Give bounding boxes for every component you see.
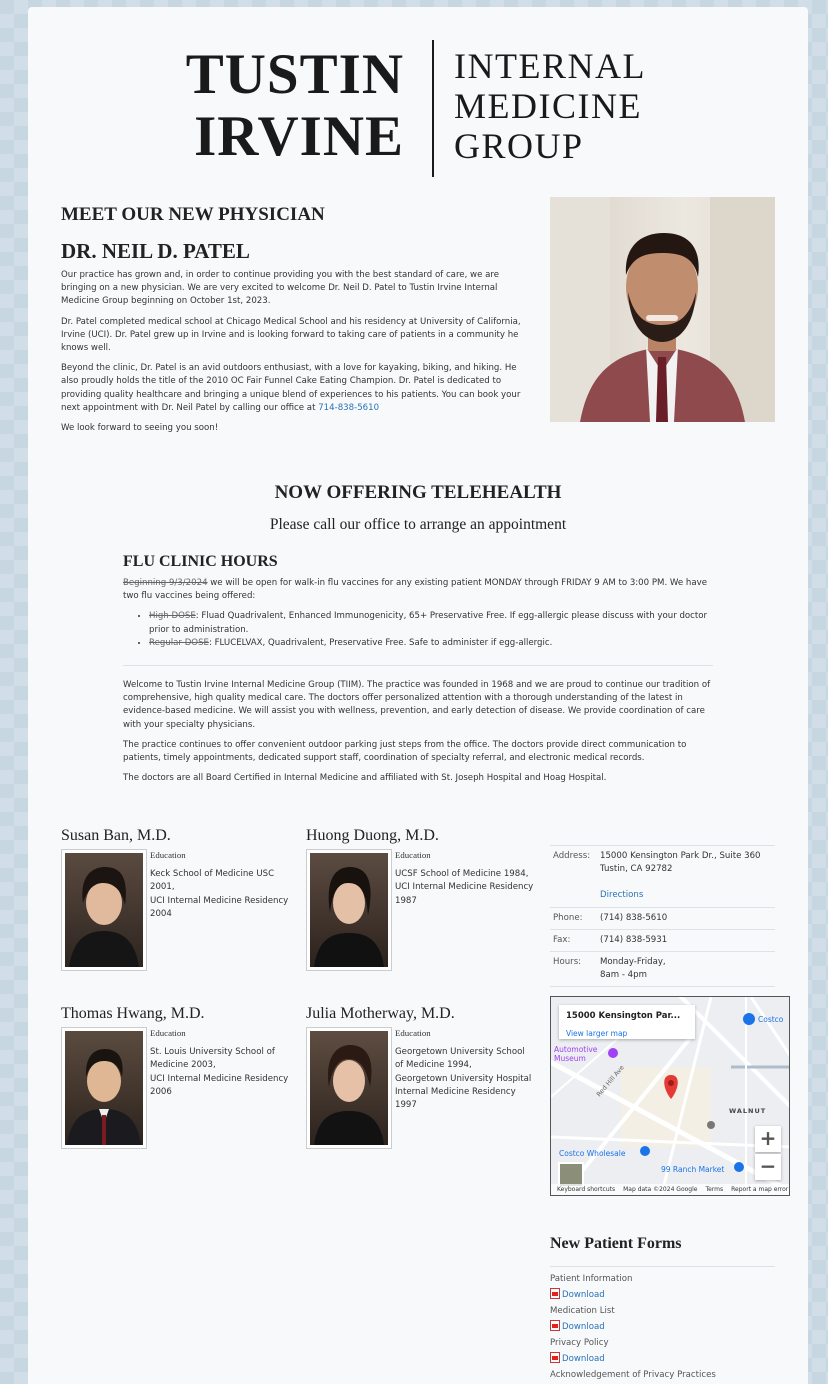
form-label: Medication List bbox=[550, 1306, 615, 1316]
doctor-education: Education Keck School of Medicine USC 20… bbox=[150, 849, 290, 921]
google-map[interactable]: 15000 Kensington Par... View larger map … bbox=[550, 996, 790, 1196]
address-label: Address: bbox=[553, 851, 591, 861]
doctor-card: Huong Duong, M.D. Education UCSF School … bbox=[306, 827, 536, 971]
flu-clinic-heading: FLU CLINIC HOURS bbox=[123, 553, 278, 570]
doctor-card: Susan Ban, M.D. Education Keck School of… bbox=[61, 827, 291, 971]
map-label-museum[interactable]: Automotive Museum bbox=[554, 1045, 609, 1063]
logo-left-text: TUSTIN IRVINE bbox=[185, 43, 404, 168]
phone-label: Phone: bbox=[553, 912, 583, 923]
form-label: Privacy Policy bbox=[550, 1338, 609, 1348]
map-data-credit: Map data ©2024 Google bbox=[623, 1186, 698, 1193]
welcome-paragraph: Welcome to Tustin Irvine Internal Medici… bbox=[123, 680, 711, 730]
map-label-costco-wholesale[interactable]: Costco Wholesale bbox=[559, 1149, 625, 1158]
education-label: Education bbox=[150, 1028, 186, 1038]
download-link[interactable]: Download bbox=[562, 1354, 605, 1364]
page-container: TUSTIN IRVINE INTERNAL MEDICINE GROUP ME… bbox=[28, 7, 808, 1384]
education-label: Education bbox=[395, 850, 431, 860]
education-label: Education bbox=[150, 850, 186, 860]
pdf-icon bbox=[550, 1320, 560, 1331]
doctor-name[interactable]: Huong Duong, M.D. bbox=[306, 827, 536, 845]
doctor-education: Education St. Louis University School of… bbox=[150, 1027, 290, 1099]
welcome-paragraph: The doctors are all Board Certified in I… bbox=[123, 773, 607, 784]
doctor-card: Thomas Hwang, M.D. Education St. Louis U… bbox=[61, 1005, 291, 1149]
physician-name-heading: DR. NEIL D. PATEL bbox=[61, 239, 250, 263]
doctor-photo[interactable] bbox=[61, 1027, 147, 1149]
fax-label: Fax: bbox=[553, 934, 571, 945]
phone-link[interactable]: 714-838-5610 bbox=[318, 403, 379, 413]
welcome-text: Welcome to Tustin Irvine Internal Medici… bbox=[123, 679, 715, 792]
telehealth-subtitle: Please call our office to arrange an app… bbox=[269, 516, 567, 533]
phone-row: Phone: (714) 838-5610 bbox=[550, 908, 775, 930]
site-logo[interactable]: TUSTIN IRVINE INTERNAL MEDICINE GROUP bbox=[186, 40, 644, 180]
education-text: UCSF School of Medicine 1984, UCI Intern… bbox=[395, 869, 534, 906]
doctor-photo[interactable] bbox=[306, 849, 392, 971]
download-link-row[interactable]: Download bbox=[550, 1319, 775, 1335]
hours-label: Hours: bbox=[553, 957, 582, 968]
intro-text: Our practice has grown and, in order to … bbox=[61, 269, 526, 442]
list-item: Regular DOSE: FLUCELVAX, Quadrivalent, P… bbox=[149, 637, 715, 650]
form-label: Patient Information bbox=[550, 1274, 633, 1284]
education-text: St. Louis University School of Medicine … bbox=[150, 1047, 289, 1097]
intro-paragraph: Our practice has grown and, in order to … bbox=[61, 270, 499, 307]
contact-info-table: Address: 15000 Kensington Park Dr., Suit… bbox=[550, 845, 775, 988]
address-row: Address: 15000 Kensington Park Dr., Suit… bbox=[550, 846, 775, 908]
flu-clinic-info: Beginning 9/3/2024 we will be open for w… bbox=[123, 577, 715, 650]
doctor-name[interactable]: Susan Ban, M.D. bbox=[61, 827, 291, 845]
map-info-card: 15000 Kensington Par... View larger map bbox=[559, 1005, 695, 1039]
fax-value: (714) 838-5931 bbox=[600, 934, 668, 945]
pdf-icon bbox=[550, 1288, 560, 1299]
education-text: Keck School of Medicine USC 2001, UCI In… bbox=[150, 869, 289, 919]
flu-intro: Beginning 9/3/2024 we will be open for w… bbox=[123, 578, 708, 602]
map-zoom-out-button[interactable]: − bbox=[755, 1154, 781, 1180]
section-divider bbox=[123, 665, 713, 666]
map-zoom-in-button[interactable]: + bbox=[755, 1126, 781, 1152]
map-label-99-ranch[interactable]: 99 Ranch Market bbox=[661, 1165, 724, 1174]
welcome-paragraph: The practice continues to offer convenie… bbox=[123, 739, 687, 764]
keyboard-shortcuts-link[interactable]: Keyboard shortcuts bbox=[557, 1184, 615, 1195]
address-value: 15000 Kensington Park Dr., Suite 360 Tus… bbox=[600, 851, 761, 901]
map-footer: Keyboard shortcuts Map data ©2024 Google… bbox=[551, 1184, 789, 1195]
doctor-education: Education Georgetown University School o… bbox=[395, 1027, 535, 1112]
education-label: Education bbox=[395, 1028, 431, 1038]
doctor-name[interactable]: Julia Motherway, M.D. bbox=[306, 1005, 536, 1023]
map-address-title: 15000 Kensington Par... bbox=[566, 1011, 681, 1021]
doctor-education: Education UCSF School of Medicine 1984, … bbox=[395, 849, 535, 908]
list-item: High DOSE: Fluad Quadrivalent, Enhanced … bbox=[149, 610, 715, 636]
doctor-photo[interactable] bbox=[306, 1027, 392, 1149]
new-patient-forms-heading: New Patient Forms bbox=[550, 1235, 682, 1252]
flu-vaccine-list: High DOSE: Fluad Quadrivalent, Enhanced … bbox=[149, 610, 715, 650]
section-divider bbox=[550, 1266, 775, 1267]
education-text: Georgetown University School of Medicine… bbox=[395, 1047, 532, 1111]
logo-right-text: INTERNAL MEDICINE GROUP bbox=[454, 46, 646, 166]
download-link[interactable]: Download bbox=[562, 1322, 605, 1332]
intro-paragraph: Dr. Patel completed medical school at Ch… bbox=[61, 316, 521, 354]
directions-link[interactable]: Directions bbox=[600, 890, 643, 900]
doctor-card: Julia Motherway, M.D. Education Georgeto… bbox=[306, 1005, 536, 1149]
view-larger-map-link[interactable]: View larger map bbox=[566, 1029, 627, 1038]
hours-row: Hours: Monday-Friday, 8am - 4pm bbox=[550, 952, 775, 988]
pdf-icon bbox=[550, 1352, 560, 1363]
map-label-walnut: WALNUT bbox=[729, 1107, 767, 1115]
hours-value: Monday-Friday, 8am - 4pm bbox=[600, 957, 666, 981]
download-link-row[interactable]: Download bbox=[550, 1351, 775, 1367]
meet-physician-heading: MEET OUR NEW PHYSICIAN bbox=[61, 204, 325, 225]
doctor-name[interactable]: Thomas Hwang, M.D. bbox=[61, 1005, 291, 1023]
dr-patel-photo bbox=[550, 197, 775, 422]
map-label-costco[interactable]: Costco bbox=[758, 1015, 783, 1024]
logo-divider bbox=[432, 40, 434, 177]
download-link-row[interactable]: Download bbox=[550, 1287, 775, 1303]
intro-paragraph: Beyond the clinic, Dr. Patel is an avid … bbox=[61, 363, 521, 413]
doctor-photo[interactable] bbox=[61, 849, 147, 971]
download-link[interactable]: Download bbox=[562, 1290, 605, 1300]
form-label: Acknowledgement of Privacy Practices bbox=[550, 1370, 716, 1380]
terms-link[interactable]: Terms bbox=[705, 1184, 723, 1195]
report-map-error-link[interactable]: Report a map error bbox=[731, 1184, 788, 1195]
fax-row: Fax: (714) 838-5931 bbox=[550, 930, 775, 953]
intro-paragraph: We look forward to seeing you soon! bbox=[61, 423, 219, 434]
telehealth-heading: NOW OFFERING TELEHEALTH bbox=[274, 482, 562, 503]
phone-value: (714) 838-5610 bbox=[600, 912, 668, 923]
patient-forms-list: Patient Information Download Medication … bbox=[550, 1271, 775, 1383]
